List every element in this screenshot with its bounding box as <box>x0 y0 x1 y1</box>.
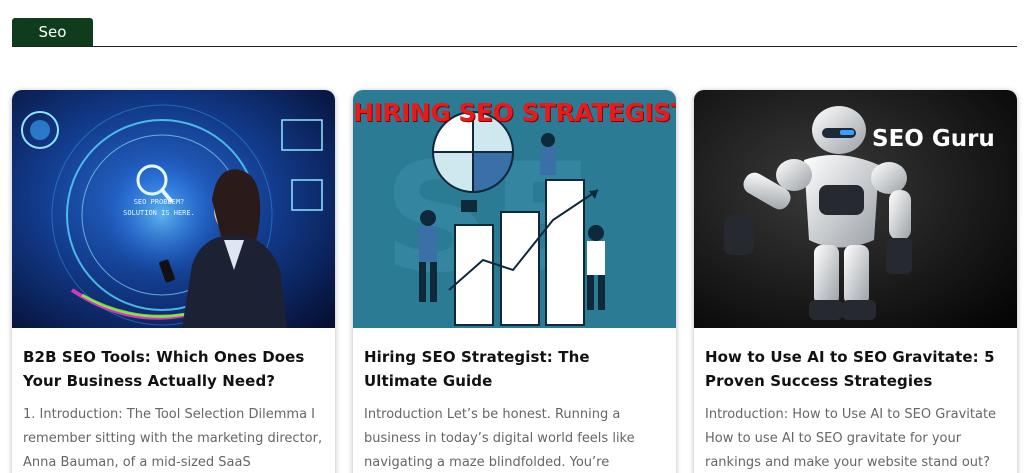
image-overlay-title: HIRING SEO STRATEGIST <box>353 98 676 127</box>
post-title[interactable]: Hiring SEO Strategist: The Ultimate Guid… <box>364 345 664 393</box>
image-caption: SEO PROBLEM? SOLUTION IS HERE. <box>123 198 195 217</box>
post-excerpt: Introduction Let’s be honest. Running a … <box>364 407 635 470</box>
post-excerpt: 1. Introduction: The Tool Selection Dile… <box>23 407 323 470</box>
post-title[interactable]: B2B SEO Tools: Which Ones Does Your Busi… <box>23 345 323 393</box>
post-thumbnail[interactable]: SEO PROBLEM? SOLUTION IS HERE. <box>12 90 335 328</box>
post-title[interactable]: How to Use AI to SEO Gravitate: 5 Proven… <box>705 345 1005 393</box>
post-excerpt: Introduction: How to Use AI to SEO Gravi… <box>705 407 997 470</box>
post-card[interactable]: SE HIRING SEO STRATEGIST Hiring SEO Stra… <box>353 90 676 473</box>
image-overlay-title: SEO Guru <box>872 126 995 152</box>
blog-page: Seo SEO PROBLEM? SOLUTION IS HERE. B2B S… <box>0 0 1024 473</box>
post-card[interactable]: SEO Guru How to Use AI to SEO Gravitate:… <box>694 90 1017 473</box>
post-thumbnail[interactable]: SEO Guru <box>694 90 1017 328</box>
post-card[interactable]: SEO PROBLEM? SOLUTION IS HERE. B2B SEO T… <box>12 90 335 473</box>
section-header: Seo <box>12 18 1017 47</box>
post-thumbnail[interactable]: SE HIRING SEO STRATEGIST <box>353 90 676 328</box>
category-tag[interactable]: Seo <box>12 18 93 46</box>
